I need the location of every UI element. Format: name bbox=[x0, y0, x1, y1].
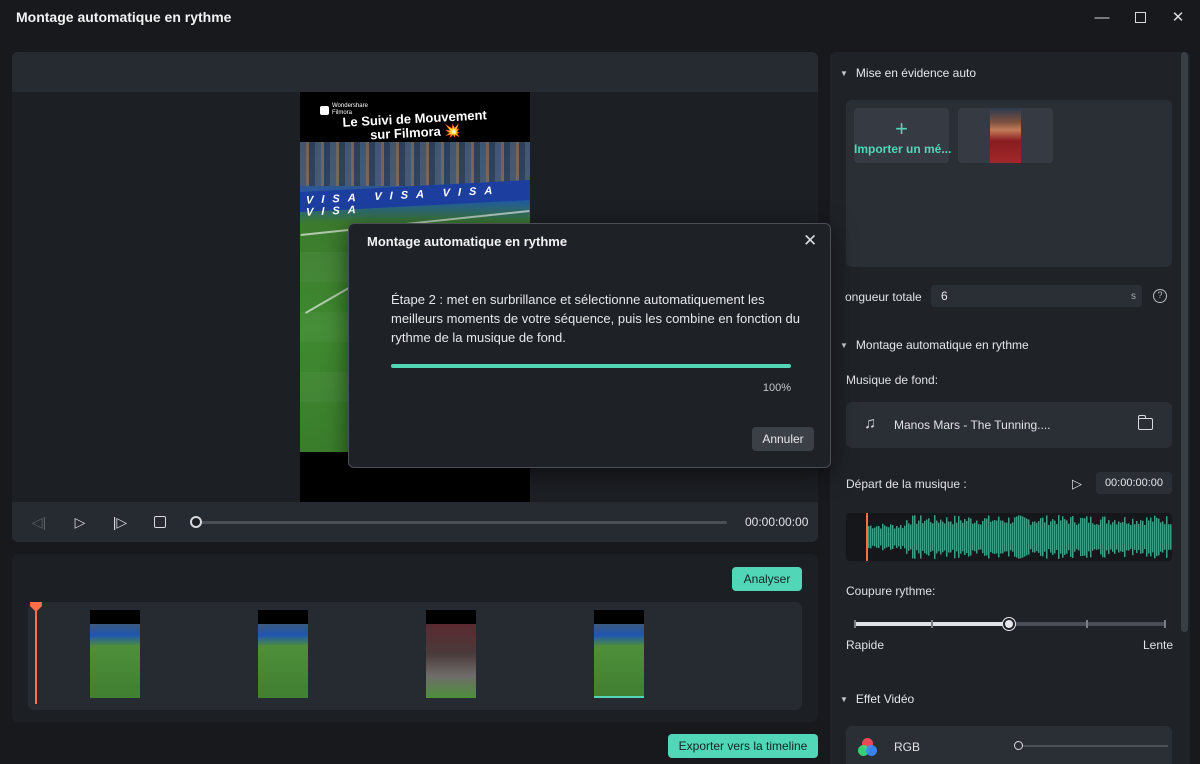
section-header-effect[interactable]: ▼ Effet Vidéo bbox=[840, 692, 914, 706]
help-icon[interactable]: ? bbox=[1153, 289, 1167, 303]
rhythm-label: Coupure rythme: bbox=[846, 584, 936, 598]
settings-panel: ▼ Mise en évidence auto + Importer un mé.… bbox=[830, 52, 1190, 764]
effect-slider-thumb[interactable] bbox=[1014, 741, 1023, 750]
cancel-button[interactable]: Annuler bbox=[752, 427, 814, 451]
prev-frame-icon[interactable]: ◁| bbox=[30, 514, 48, 530]
duration-label: ongueur totale bbox=[845, 290, 922, 304]
effect-item-rgb[interactable]: RGB bbox=[846, 726, 1172, 764]
music-start-time[interactable]: 00:00:00:00 bbox=[1096, 472, 1172, 494]
rhythm-slider-thumb[interactable] bbox=[1003, 618, 1015, 630]
music-start-label: Départ de la musique : bbox=[846, 477, 967, 491]
plus-icon: + bbox=[895, 116, 908, 141]
waveform-graphic bbox=[866, 513, 1172, 561]
progress-bar-fill bbox=[391, 364, 791, 368]
close-icon: ✕ bbox=[1171, 9, 1185, 26]
dialog-close-icon[interactable]: ✕ bbox=[803, 231, 817, 251]
music-cursor[interactable] bbox=[866, 513, 868, 561]
effect-slider[interactable] bbox=[1018, 745, 1168, 747]
clip-thumbnail[interactable] bbox=[426, 610, 476, 698]
duration-unit: s bbox=[1131, 291, 1136, 302]
rhythm-min-label: Rapide bbox=[846, 638, 885, 652]
duration-input[interactable]: 6 bbox=[931, 285, 1142, 307]
section-header-beat[interactable]: ▼ Montage automatique en rythme bbox=[840, 338, 1029, 352]
clip-track bbox=[28, 602, 802, 710]
progress-bar bbox=[391, 364, 791, 368]
media-thumbnail[interactable] bbox=[958, 108, 1053, 163]
next-frame-icon[interactable]: |▷ bbox=[111, 514, 129, 530]
caret-down-icon: ▼ bbox=[840, 695, 848, 704]
clip-thumbnail[interactable] bbox=[90, 610, 140, 698]
music-note-icon: ♫ bbox=[864, 415, 876, 432]
close-window-button[interactable]: ✕ bbox=[1163, 6, 1193, 28]
rgb-icon bbox=[858, 738, 878, 758]
import-media-button[interactable]: + Importer un mé... bbox=[854, 108, 951, 163]
caret-down-icon: ▼ bbox=[840, 341, 848, 350]
playhead-handle[interactable] bbox=[30, 602, 42, 612]
analyze-button[interactable]: Analyser bbox=[732, 567, 802, 591]
section-header-highlight[interactable]: ▼ Mise en évidence auto bbox=[840, 66, 976, 80]
filmora-logo-icon bbox=[320, 105, 329, 115]
clips-panel: Analyser bbox=[12, 554, 818, 722]
effect-name: RGB bbox=[894, 740, 921, 754]
playhead[interactable] bbox=[35, 602, 37, 704]
progress-percent: 100% bbox=[762, 382, 791, 394]
dialog-title: Montage automatique en rythme bbox=[367, 234, 568, 249]
caret-down-icon: ▼ bbox=[840, 69, 848, 78]
play-icon[interactable]: ▷ bbox=[71, 514, 89, 530]
playback-controls: ◁| ▷ |▷ 00:00:00:00 bbox=[12, 502, 818, 542]
music-selector[interactable]: ♫ Manos Mars - The Tunning.... bbox=[846, 402, 1172, 448]
clip-thumbnail-selected[interactable] bbox=[594, 610, 644, 698]
maximize-button[interactable] bbox=[1125, 6, 1155, 28]
rhythm-max-label: Lente bbox=[1143, 638, 1174, 652]
music-label: Musique de fond: bbox=[846, 373, 939, 387]
clip-thumbnail[interactable] bbox=[258, 610, 308, 698]
seek-bar[interactable] bbox=[196, 521, 727, 524]
music-waveform[interactable] bbox=[846, 513, 1172, 561]
export-to-timeline-button[interactable]: Exporter vers la timeline bbox=[668, 734, 818, 758]
playback-time: 00:00:00:00 bbox=[745, 515, 809, 529]
media-box: + Importer un mé... bbox=[846, 100, 1172, 267]
minimize-icon: — bbox=[1094, 8, 1110, 26]
settings-scrollbar[interactable] bbox=[1181, 52, 1188, 632]
stop-icon[interactable] bbox=[151, 514, 169, 530]
maximize-icon bbox=[1134, 11, 1146, 23]
minimize-button[interactable]: — bbox=[1087, 6, 1117, 28]
play-icon[interactable]: ▷ bbox=[1072, 476, 1082, 492]
seek-thumb[interactable] bbox=[190, 516, 202, 528]
dialog-message: Étape 2 : met en surbrillance et sélecti… bbox=[391, 292, 800, 345]
preview-header bbox=[12, 52, 818, 92]
progress-dialog: Montage automatique en rythme ✕ Étape 2 … bbox=[348, 223, 831, 468]
title-bar: Montage automatique en rythme — ✕ bbox=[0, 0, 1200, 34]
music-name: Manos Mars - The Tunning.... bbox=[894, 418, 1051, 432]
folder-icon[interactable] bbox=[1137, 415, 1153, 430]
window-title: Montage automatique en rythme bbox=[16, 9, 232, 25]
